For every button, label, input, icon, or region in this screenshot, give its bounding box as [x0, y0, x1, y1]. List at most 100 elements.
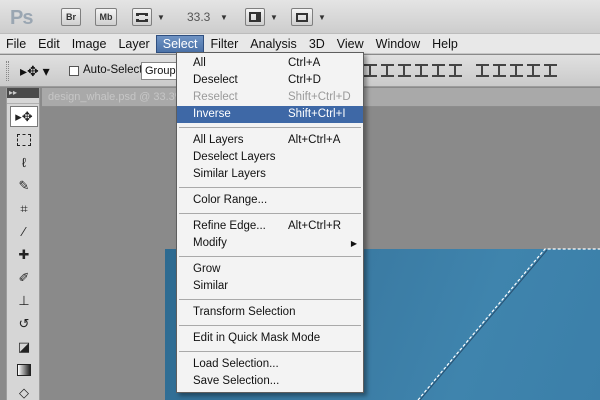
- menu-item-label: All: [193, 57, 206, 69]
- clone-stamp-tool-icon[interactable]: ⊥: [10, 290, 38, 311]
- menu-layer[interactable]: Layer: [112, 35, 155, 53]
- menu-item-shortcut: Ctrl+D: [288, 74, 321, 86]
- menu-item-save-selection[interactable]: Save Selection...: [177, 373, 363, 390]
- menu-window[interactable]: Window: [370, 35, 426, 53]
- menu-item-shortcut: Alt+Ctrl+R: [288, 220, 342, 232]
- menu-edit[interactable]: Edit: [32, 35, 66, 53]
- menu-filter[interactable]: Filter: [204, 35, 244, 53]
- mini-bridge-button[interactable]: Mb: [95, 8, 117, 26]
- lasso-tool-icon[interactable]: ℓ: [10, 152, 38, 173]
- menu-item-label: Deselect Layers: [193, 151, 276, 163]
- align-right-icon[interactable]: [449, 64, 462, 77]
- menu-item-shortcut: Ctrl+A: [288, 57, 321, 69]
- arrange-documents-button[interactable]: [245, 8, 265, 26]
- menu-separator: [179, 351, 361, 352]
- menu-item-label: Deselect: [193, 74, 238, 86]
- menu-view[interactable]: View: [331, 35, 370, 53]
- menu-item-similar[interactable]: Similar: [177, 278, 363, 295]
- auto-select-dropdown[interactable]: Group: [141, 62, 181, 80]
- distribute-center-icon[interactable]: [493, 64, 506, 77]
- menu-item-label: Transform Selection: [193, 306, 296, 318]
- menu-item-label: Inverse: [193, 108, 231, 120]
- menu-item-inverse[interactable]: Inverse Shift+Ctrl+I: [177, 106, 363, 123]
- move-tool-icon[interactable]: ▸✥: [10, 106, 38, 127]
- move-tool-preset-icon[interactable]: ▸✥ ▾: [20, 63, 50, 80]
- menu-help[interactable]: Help: [426, 35, 464, 53]
- blur-tool-icon[interactable]: ◇: [10, 382, 38, 400]
- menu-separator: [179, 299, 361, 300]
- menu-item-shortcut: Shift+Ctrl+I: [288, 108, 346, 120]
- tools-panel-header[interactable]: ▸▸: [7, 88, 39, 98]
- menu-item-label: All Layers: [193, 134, 244, 146]
- menu-separator: [179, 325, 361, 326]
- application-bar: Ps Br Mb ▼ 33.3 ▼ ▼ ▼: [0, 0, 600, 34]
- menu-separator: [179, 187, 361, 188]
- brush-tool-icon[interactable]: ✐: [10, 267, 38, 288]
- menu-item-label: Color Range...: [193, 194, 268, 206]
- distribute-bottom-icon[interactable]: [510, 64, 523, 77]
- distribute-right-icon[interactable]: [544, 64, 557, 77]
- align-bottom-icon[interactable]: [398, 64, 411, 77]
- align-horizontal-center-icon[interactable]: [432, 64, 445, 77]
- menu-item-deselect[interactable]: Deselect Ctrl+D: [177, 72, 363, 89]
- gradient-tool-icon[interactable]: [10, 359, 38, 380]
- menu-image[interactable]: Image: [66, 35, 113, 53]
- photoshop-logo: Ps: [10, 7, 33, 29]
- eraser-tool-icon[interactable]: ◪: [10, 336, 38, 357]
- menu-item-all-layers[interactable]: All Layers Alt+Ctrl+A: [177, 132, 363, 149]
- menu-item-color-range[interactable]: Color Range...: [177, 192, 363, 209]
- menu-item-refine-edge[interactable]: Refine Edge... Alt+Ctrl+R: [177, 218, 363, 235]
- chevron-down-icon[interactable]: ▼: [157, 13, 165, 22]
- tools-panel: ▸▸ ▸✥ ℓ ✎ ⌗ ⁄ ✚ ✐ ⊥ ↺ ◪ ◇: [6, 88, 40, 400]
- screen-mode-button[interactable]: [291, 8, 313, 26]
- align-vertical-center-icon[interactable]: [381, 64, 394, 77]
- film-strip-icon: [136, 12, 148, 22]
- menu-select[interactable]: Select: [155, 34, 205, 53]
- healing-brush-tool-icon[interactable]: ✚: [10, 244, 38, 265]
- menu-analysis[interactable]: Analysis: [244, 35, 303, 53]
- quick-selection-tool-icon[interactable]: ✎: [10, 175, 38, 196]
- menu-separator: [179, 127, 361, 128]
- menu-item-grow[interactable]: Grow: [177, 261, 363, 278]
- menu-item-label: Modify: [193, 237, 227, 249]
- align-left-icon[interactable]: [415, 64, 428, 77]
- menu-item-load-selection[interactable]: Load Selection...: [177, 356, 363, 373]
- menu-item-label: Edit in Quick Mask Mode: [193, 332, 321, 344]
- auto-select-label: Auto-Select:: [83, 64, 146, 76]
- mini-bridge-icon: Mb: [99, 12, 113, 22]
- menu-item-all[interactable]: All Ctrl+A: [177, 55, 363, 72]
- bridge-button[interactable]: Br: [61, 8, 81, 26]
- align-buttons: [364, 64, 557, 77]
- layout-icon: [249, 12, 261, 22]
- distribute-top-icon[interactable]: [476, 64, 489, 77]
- menu-item-edit-in-quick-mask-mode[interactable]: Edit in Quick Mask Mode: [177, 330, 363, 347]
- align-top-icon[interactable]: [364, 64, 377, 77]
- tools-panel-grip[interactable]: [7, 98, 39, 104]
- menu-item-shortcut: Shift+Ctrl+D: [288, 91, 351, 103]
- menu-item-label: Similar: [193, 280, 229, 292]
- screen-mode-icon: [296, 12, 308, 22]
- crop-tool-icon[interactable]: ⌗: [10, 198, 38, 219]
- bridge-icon: Br: [65, 12, 76, 22]
- menu-item-similar-layers[interactable]: Similar Layers: [177, 166, 363, 183]
- select-menu-dropdown: All Ctrl+A Deselect Ctrl+D Reselect Shift+Ctr…: [176, 52, 364, 393]
- eyedropper-tool-icon[interactable]: ⁄: [10, 221, 38, 242]
- menu-item-modify[interactable]: Modify ▶: [177, 235, 363, 252]
- distribute-left-icon[interactable]: [527, 64, 540, 77]
- chevron-down-icon[interactable]: ▼: [318, 13, 326, 22]
- submenu-arrow-icon: ▶: [350, 239, 357, 248]
- menu-item-transform-selection[interactable]: Transform Selection: [177, 304, 363, 321]
- menu-item-label: Save Selection...: [193, 375, 280, 387]
- menu-file[interactable]: File: [0, 35, 32, 53]
- chevron-down-icon[interactable]: ▼: [220, 13, 228, 22]
- extras-button[interactable]: [132, 8, 152, 26]
- chevron-down-icon[interactable]: ▼: [270, 13, 278, 22]
- marquee-tool-icon[interactable]: [10, 129, 38, 150]
- zoom-level[interactable]: 33.3: [187, 10, 210, 24]
- options-bar-grip[interactable]: [6, 61, 9, 81]
- history-brush-tool-icon[interactable]: ↺: [10, 313, 38, 334]
- menu-3d[interactable]: 3D: [303, 35, 331, 53]
- menu-item-deselect-layers[interactable]: Deselect Layers: [177, 149, 363, 166]
- auto-select-checkbox[interactable]: [69, 66, 79, 76]
- menu-separator: [179, 256, 361, 257]
